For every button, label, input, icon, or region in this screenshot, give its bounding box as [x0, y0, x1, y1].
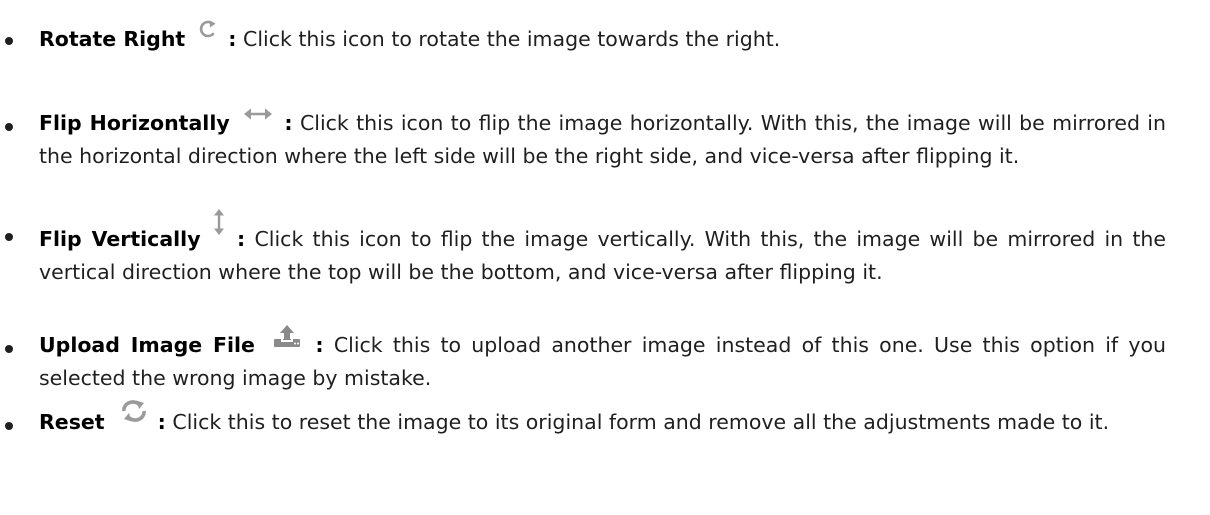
- upload-icon: [273, 324, 301, 348]
- list-item-text: Flip Horizontally : Click this icon to f…: [39, 107, 1166, 173]
- item-colon: :: [228, 27, 237, 51]
- bullet: [5, 123, 13, 131]
- list-item-text: Upload Image File : Click this to upload…: [39, 325, 1166, 395]
- item-title: Rotate Right: [39, 27, 186, 51]
- item-title: Flip Vertically: [39, 227, 201, 251]
- bullet: [5, 422, 13, 430]
- item-title: Upload Image File: [39, 333, 255, 357]
- item-colon: :: [157, 410, 166, 434]
- reset-icon: [119, 399, 149, 423]
- item-colon: :: [284, 111, 293, 135]
- flip-horizontal-icon: [243, 106, 273, 122]
- item-title: Reset: [39, 410, 105, 434]
- item-description: Click this icon to rotate the image towa…: [236, 27, 781, 51]
- rotate-right-icon: [196, 18, 222, 40]
- item-description: Click this icon to flip the image vertic…: [39, 227, 1166, 284]
- item-colon: :: [315, 333, 324, 357]
- bullet: [5, 345, 13, 353]
- list-item-text: Rotate Right : Click this icon to rotate…: [39, 20, 1166, 56]
- item-description: Click this to reset the image to its ori…: [165, 410, 1110, 434]
- list-item-text: Reset : Click this to reset the image to…: [39, 400, 1166, 439]
- bullet: [5, 233, 13, 241]
- item-title: Flip Horizontally: [39, 111, 230, 135]
- bullet: [5, 37, 13, 45]
- list-item-text: Flip Vertically : Click this icon to fli…: [39, 209, 1166, 289]
- flip-vertical-icon: [212, 208, 226, 236]
